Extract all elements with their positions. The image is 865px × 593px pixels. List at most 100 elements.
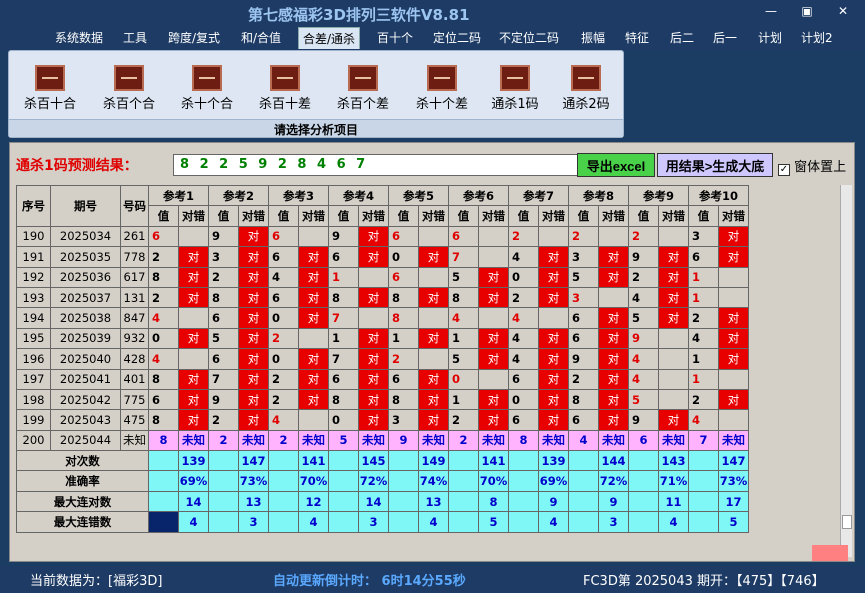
stats-blank-cell [268,450,299,472]
table-row[interactable]: 192 2025036 617 8 对 2 对 4 对 1 6 5 对 0 对 5 对 2 对 1 [16,266,749,288]
stats-value-cell: 9 [598,490,629,513]
value-cell: 4 [148,348,179,370]
menu-tools[interactable]: 工具 [120,29,150,46]
menu-feature[interactable]: 特征 [622,29,652,46]
hit-cell [478,368,509,390]
menu-amplitude[interactable]: 振幅 [578,29,608,46]
value-cell: 6 [328,246,359,268]
value-cell: 4 [688,409,719,431]
value-cell: 6 [328,368,359,390]
hit-cell: 对 [658,286,689,309]
unknown-cell: 未知 [658,429,689,452]
hit-cell: 对 [598,266,629,288]
ribbon-button[interactable]: 杀百个合 [94,65,164,112]
value-cell: 0 [508,388,539,411]
menu-system-data[interactable]: 系统数据 [52,29,106,46]
stats-blank-cell [688,490,719,513]
vertical-scrollbar[interactable] [840,185,852,557]
hit-cell: 对 [418,246,449,268]
stats-blank-cell [448,470,479,492]
topmost-checkbox[interactable]: ✓ 窗体置上 [778,156,846,176]
value-subheader: 值 [148,205,179,227]
ribbon-button[interactable]: 杀百十差 [250,65,320,112]
export-excel-button[interactable]: 导出excel [577,153,655,177]
table-row[interactable]: 195 2025039 932 0 对 5 对 2 1 对 1 对 1 对 4 对 6 对 9 4 对 [16,327,749,350]
ribbon-button[interactable]: 通杀2码 [551,65,621,112]
value-cell: 6 [208,307,239,329]
prediction-output[interactable]: 8 2 2 5 9 2 8 4 6 7 [173,154,583,176]
ribbon-button[interactable]: 杀百十合 [15,65,85,112]
stats-blank-cell [508,450,539,472]
stats-blank-cell [148,511,179,533]
stats-value-cell: 73% [238,470,269,492]
menu-baishige[interactable]: 百十个 [374,29,416,46]
minimize-button[interactable]: — [760,4,782,18]
hit-cell [658,368,689,390]
maximize-button[interactable]: ▣ [796,4,818,18]
hit-cell: 对 [238,388,269,411]
menu-last-two[interactable]: 后二 [667,29,697,46]
value-cell: 1 [388,327,419,350]
table-row[interactable]: 193 2025037 131 2 对 8 对 6 对 8 对 8 对 8 对 2 对 3 4 对 1 [16,286,749,309]
stats-value-cell: 72% [598,470,629,492]
hit-cell: 对 [478,409,509,431]
table-row[interactable]: 198 2025042 775 6 对 9 对 2 对 8 对 8 对 1 对 0 对 8 对 5 2 对 [16,388,749,411]
result-table: 序号 期号 号码 参考1 参考2 参考3 参考4 参考5 参考6 参考7 参考8 参考9 参考10 值对错… [16,184,749,533]
hit-cell: 对 [598,409,629,431]
hit-cell: 对 [358,368,389,390]
predicted-value-cell: 4 [568,429,599,452]
hit-cell: 对 [298,388,329,411]
table-row[interactable]: 194 2025038 847 4 6 对 0 对 7 8 4 4 6 对 5 对 2 对 [16,307,749,329]
ribbon-button[interactable]: 通杀1码 [480,65,550,112]
menu-nonposition-two[interactable]: 不定位二码 [496,29,562,46]
value-cell: 1 [448,327,479,350]
table-row[interactable]: 196 2025040 428 4 6 对 0 对 7 对 2 5 对 4 对 9 对 4 1 对 [16,348,749,370]
menu-position-two[interactable]: 定位二码 [430,29,484,46]
ribbon-button[interactable]: 杀百个差 [328,65,398,112]
hit-cell: 对 [178,246,209,268]
seq-cell: 193 [16,286,51,309]
menu-last-one[interactable]: 后一 [710,29,740,46]
table-row[interactable]: 191 2025035 778 2 对 3 对 6 对 6 对 0 对 7 4 对 3 对 9 对 6 对 [16,246,749,268]
hit-cell [178,225,209,248]
chart-icon [270,65,300,91]
value-cell: 4 [508,246,539,268]
chart-icon [427,65,457,91]
value-cell: 9 [568,348,599,370]
scroll-thumb[interactable] [842,515,852,529]
table-row[interactable]: 199 2025043 475 8 对 2 对 4 0 对 3 对 2 对 6 对 6 对 9 对 4 [16,409,749,431]
value-cell: 8 [148,266,179,288]
hit-cell: 对 [418,409,449,431]
hit-cell: 对 [238,327,269,350]
generate-base-button[interactable]: 用结果>生成大底 [657,153,773,177]
value-cell: 4 [508,327,539,350]
menu-plan[interactable]: 计划 [755,29,785,46]
value-cell: 8 [328,286,359,309]
table-row[interactable]: 197 2025041 401 8 对 7 对 2 对 6 对 6 对 0 6 对 2 对 4 1 [16,368,749,390]
stats-value-cell: 4 [658,511,689,533]
stats-value-cell: 3 [358,511,389,533]
value-cell: 2 [568,368,599,390]
stats-value-cell: 141 [478,450,509,472]
value-cell: 0 [148,327,179,350]
menu-tongsha[interactable]: 合差/通杀 [298,27,361,49]
prediction-row[interactable]: 200 2025044 未知 8 未知 2 未知 2 未知 5 未知 9 未知 2 未知 8 未知 4 未知 6 未知 7… [16,429,749,452]
period-cell: 2025044 [50,429,121,452]
table-row[interactable]: 190 2025034 261 6 9 对 6 9 对 6 6 2 2 2 3 对 [16,225,749,248]
checkbox-box[interactable]: ✓ [778,164,790,176]
ribbon-button[interactable]: 杀十个合 [172,65,242,112]
value-subheader: 值 [208,205,239,227]
menu-sum[interactable]: 和/合值 [238,29,284,46]
close-button[interactable]: ✕ [832,4,854,18]
stats-blank-cell [628,490,659,513]
title-bar: 第七感福彩3D排列三软件V8.81 — ▣ ✕ [0,0,865,26]
ribbon-button[interactable]: 杀十个差 [407,65,477,112]
menu-plan2[interactable]: 计划2 [798,29,836,46]
value-cell: 6 [568,409,599,431]
hit-cell: 对 [238,368,269,390]
menu-span[interactable]: 跨度/复式 [165,29,223,46]
hit-cell [658,327,689,350]
hit-subheader: 对错 [418,205,449,227]
hit-cell: 对 [178,368,209,390]
seq-cell: 196 [16,348,51,370]
